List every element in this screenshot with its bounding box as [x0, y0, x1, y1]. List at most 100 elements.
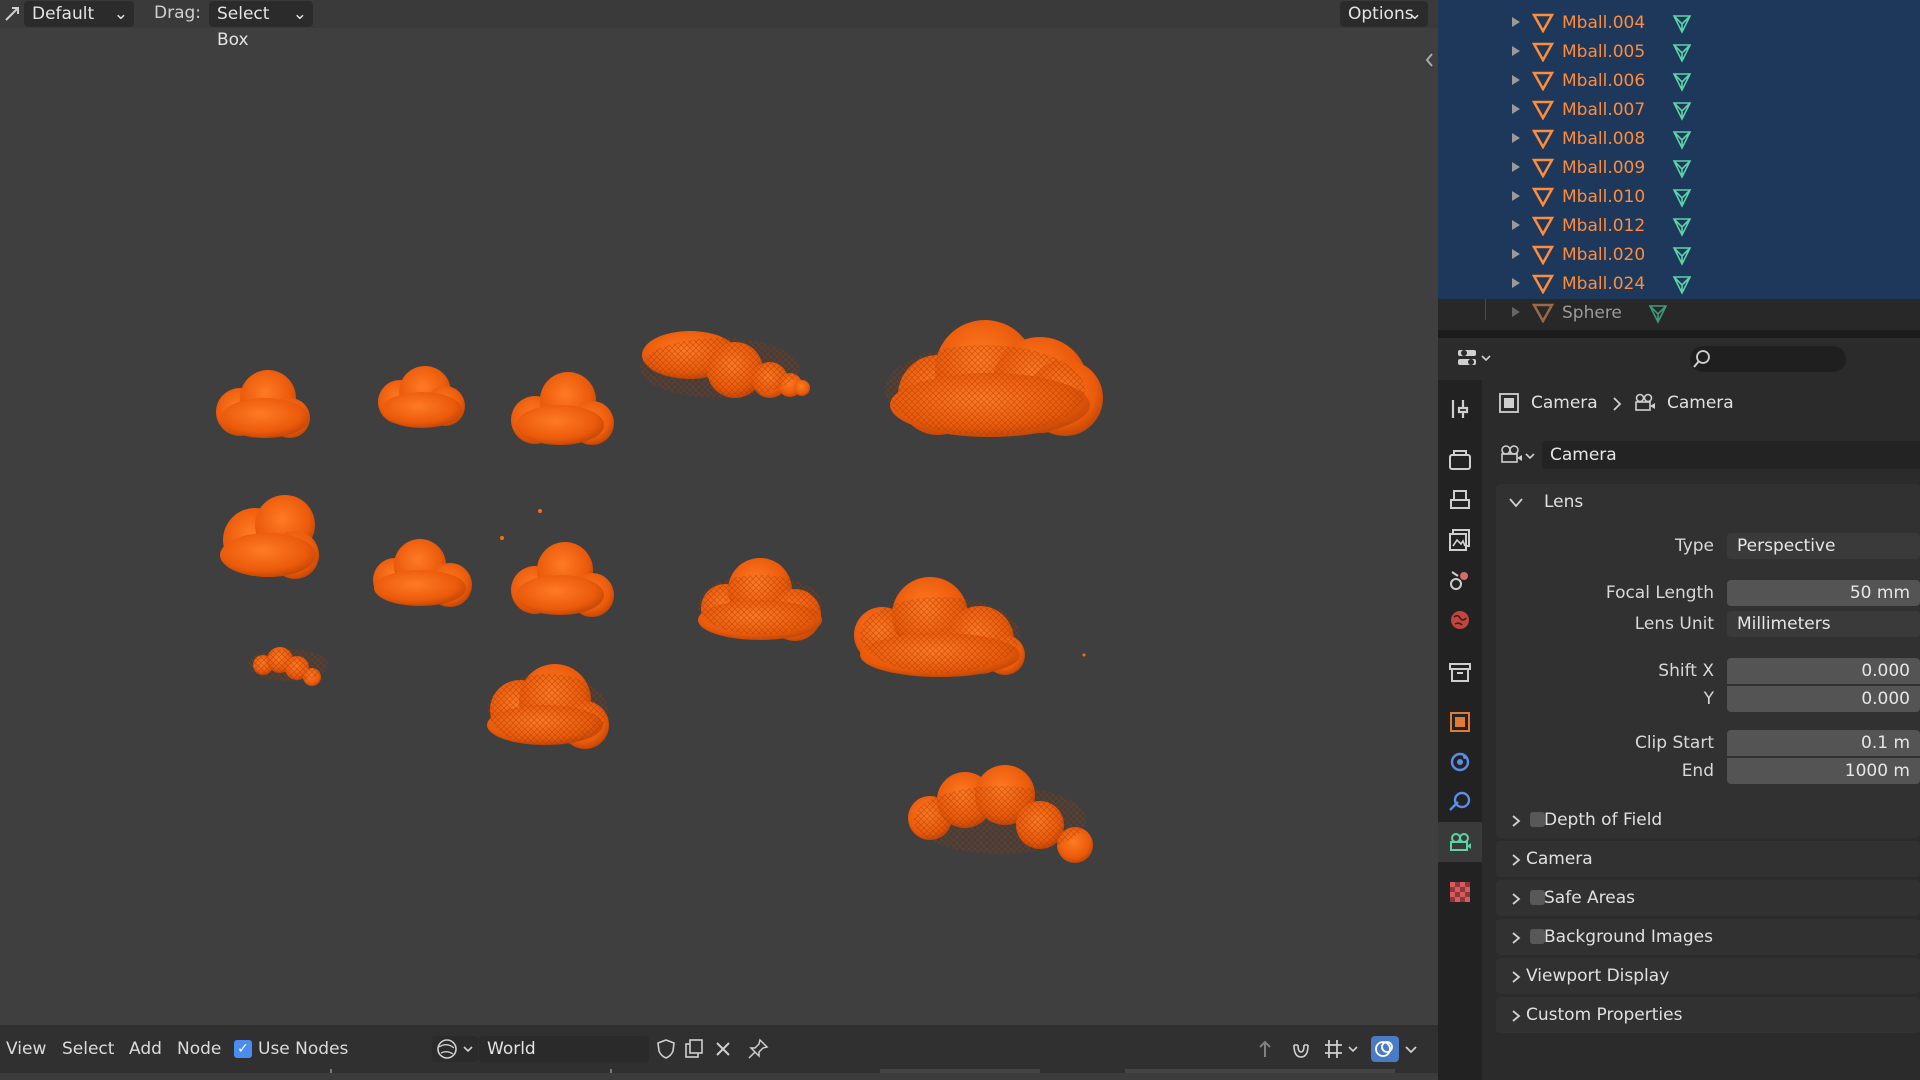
world-name-field[interactable]: World: [479, 1036, 649, 1062]
transform-pivot-icon[interactable]: [2, 4, 22, 29]
camera-data-tab-icon[interactable]: [1446, 828, 1474, 856]
view-layer-tab-icon[interactable]: [1446, 526, 1474, 554]
outliner-row[interactable]: Mball.007: [1438, 96, 1920, 125]
metaball-cloud[interactable]: [216, 370, 310, 438]
custom-properties-panel[interactable]: Custom Properties: [1496, 997, 1920, 1033]
unlink-datablock-icon[interactable]: [711, 1037, 735, 1066]
use-nodes-label[interactable]: Use Nodes: [258, 1025, 348, 1073]
camera-panel[interactable]: Camera: [1496, 841, 1920, 877]
3d-viewport[interactable]: [0, 0, 1438, 1025]
outliner[interactable]: Mball.004 Mball.005 Mball.006 Mball.007 …: [1438, 0, 1920, 330]
mesh-data-icon[interactable]: [1671, 42, 1693, 69]
world-tab-icon[interactable]: [1446, 606, 1474, 634]
camera-datablock-browse[interactable]: [1498, 441, 1538, 469]
world-browse-button[interactable]: [432, 1036, 478, 1062]
expand-arrow-icon[interactable]: [1512, 249, 1520, 259]
drag-tool-dropdown[interactable]: Select Box ⌄: [209, 1, 313, 50]
outliner-row[interactable]: Mball.020: [1438, 241, 1920, 270]
mesh-data-icon[interactable]: [1671, 71, 1693, 98]
metaball-cloud[interactable]: [511, 542, 614, 617]
clip-end-field[interactable]: 1000 m: [1727, 758, 1920, 784]
metaball-cloud[interactable]: [511, 372, 614, 445]
output-tab-icon[interactable]: [1446, 486, 1474, 514]
texture-tab-icon[interactable]: [1446, 878, 1474, 906]
metaball-cloud[interactable]: [487, 664, 609, 749]
outliner-row[interactable]: Sphere: [1438, 299, 1920, 328]
metaball-cloud[interactable]: [373, 539, 472, 607]
shift-y-field[interactable]: 0.000: [1727, 686, 1920, 712]
mesh-data-icon[interactable]: [1671, 129, 1693, 156]
metaball-cloud[interactable]: [908, 765, 1093, 863]
collection-tab-icon[interactable]: [1446, 658, 1474, 686]
outliner-row[interactable]: Mball.024: [1438, 270, 1920, 299]
overlays-dropdown-icon[interactable]: [1401, 1037, 1421, 1066]
snapping-grid-icon[interactable]: [1322, 1037, 1362, 1066]
transform-orientation-dropdown[interactable]: Default ⌄: [24, 1, 134, 27]
mesh-data-icon[interactable]: [1671, 158, 1693, 185]
depth-of-field-checkbox[interactable]: [1530, 812, 1545, 827]
menu-node[interactable]: Node: [177, 1025, 221, 1073]
outliner-row[interactable]: Mball.004: [1438, 9, 1920, 38]
menu-view[interactable]: View: [6, 1025, 46, 1073]
properties-search-input[interactable]: [1690, 346, 1846, 372]
expand-arrow-icon[interactable]: [1512, 191, 1520, 201]
expand-arrow-icon[interactable]: [1512, 162, 1520, 172]
object-tab-icon[interactable]: [1446, 708, 1474, 736]
outliner-row[interactable]: Mball.012: [1438, 212, 1920, 241]
menu-select[interactable]: Select: [62, 1025, 114, 1073]
fake-user-shield-icon[interactable]: [654, 1037, 678, 1066]
mesh-data-icon[interactable]: [1671, 245, 1693, 272]
expand-arrow-icon[interactable]: [1512, 307, 1520, 317]
focal-length-field[interactable]: 50 mm: [1727, 580, 1920, 606]
viewport-scene[interactable]: [0, 0, 1438, 1025]
camera-datablock-field[interactable]: Camera: [1542, 441, 1920, 469]
safe-areas-checkbox[interactable]: [1530, 890, 1545, 905]
parent-node-tree-icon[interactable]: [1253, 1037, 1277, 1066]
physics-tab-icon[interactable]: [1446, 748, 1474, 776]
outliner-row[interactable]: Mball.010: [1438, 183, 1920, 212]
metaball-cloud[interactable]: [698, 558, 822, 641]
depth-of-field-panel[interactable]: Depth of Field: [1496, 802, 1920, 838]
constraints-tab-icon[interactable]: [1446, 788, 1474, 816]
mesh-data-icon[interactable]: [1671, 274, 1693, 301]
outliner-row[interactable]: Mball.005: [1438, 38, 1920, 67]
metaball-cloud[interactable]: [378, 366, 465, 428]
mesh-data-icon[interactable]: [1671, 216, 1693, 243]
outliner-row[interactable]: Mball.008: [1438, 125, 1920, 154]
shift-x-field[interactable]: 0.000: [1727, 658, 1920, 684]
expand-arrow-icon[interactable]: [1512, 17, 1520, 27]
options-dropdown[interactable]: Options ⌄: [1340, 1, 1428, 27]
metaball-cloud[interactable]: [248, 647, 328, 686]
mesh-data-icon[interactable]: [1647, 303, 1669, 330]
lens-panel-header[interactable]: Lens: [1496, 484, 1920, 520]
safe-areas-panel[interactable]: Safe Areas: [1496, 880, 1920, 916]
clip-start-field[interactable]: 0.1 m: [1727, 730, 1920, 756]
mesh-data-icon[interactable]: [1671, 187, 1693, 214]
expand-arrow-icon[interactable]: [1512, 104, 1520, 114]
lens-unit-dropdown[interactable]: Millimeters: [1727, 611, 1920, 637]
expand-arrow-icon[interactable]: [1512, 75, 1520, 85]
expand-arrow-icon[interactable]: [1512, 46, 1520, 56]
background-images-panel[interactable]: Background Images: [1496, 919, 1920, 955]
outliner-row[interactable]: Mball.006: [1438, 67, 1920, 96]
use-nodes-checkbox[interactable]: ✓: [234, 1040, 252, 1058]
render-tab-icon[interactable]: [1446, 446, 1474, 474]
viewport-display-panel[interactable]: Viewport Display: [1496, 958, 1920, 994]
metaball-cloud[interactable]: [640, 331, 810, 398]
auto-offset-magnet-icon[interactable]: [1289, 1037, 1313, 1066]
expand-arrow-icon[interactable]: [1512, 278, 1520, 288]
metaball-cloud[interactable]: [854, 577, 1025, 677]
area-divider[interactable]: [1438, 330, 1920, 338]
expand-arrow-icon[interactable]: [1512, 133, 1520, 143]
editor-type-dropdown[interactable]: [1454, 344, 1496, 377]
duplicate-datablock-icon[interactable]: [682, 1037, 706, 1066]
expand-arrow-icon[interactable]: [1512, 220, 1520, 230]
metaball-cloud[interactable]: [885, 320, 1103, 437]
tool-tab-icon[interactable]: [1446, 396, 1474, 424]
outliner-row[interactable]: Mball.009: [1438, 154, 1920, 183]
overlays-toggle-icon[interactable]: [1371, 1036, 1399, 1062]
scene-tab-icon[interactable]: [1446, 566, 1474, 594]
pin-icon[interactable]: [746, 1037, 770, 1066]
type-dropdown[interactable]: Perspective: [1727, 533, 1920, 559]
menu-add[interactable]: Add: [129, 1025, 162, 1073]
